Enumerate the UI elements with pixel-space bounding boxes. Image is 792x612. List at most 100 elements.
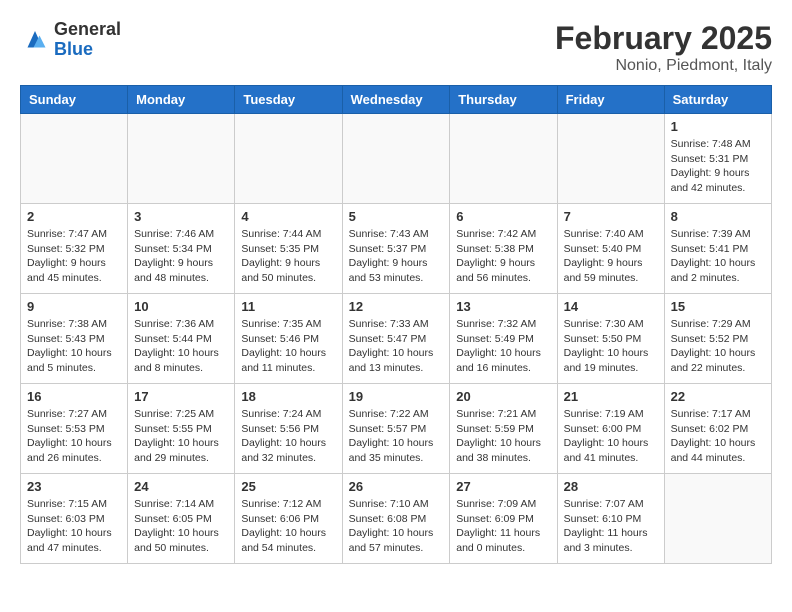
day-number: 3 xyxy=(134,209,228,224)
calendar-cell: 25 Sunrise: 7:12 AM Sunset: 6:06 PM Dayli… xyxy=(235,474,342,564)
calendar-cell: 11Sunrise: 7:35 AM Sunset: 5:46 PM Dayli… xyxy=(235,294,342,384)
day-number: 17 xyxy=(134,389,228,404)
calendar-cell: 1 Sunrise: 7:48 AM Sunset: 5:31 PM Daylig… xyxy=(664,114,771,204)
logo-icon xyxy=(20,25,50,55)
calendar-cell: 4Sunrise: 7:44 AM Sunset: 5:35 PM Daylig… xyxy=(235,204,342,294)
calendar-cell: 10 Sunrise: 7:36 AM Sunset: 5:44 PM Dayli… xyxy=(128,294,235,384)
day-info: Sunrise: 7:39 AM Sunset: 5:41 PM Dayligh… xyxy=(671,227,765,286)
calendar-table: SundayMondayTuesdayWednesdayThursdayFrid… xyxy=(20,85,772,564)
day-info: Sunrise: 7:47 AM Sunset: 5:32 PM Dayligh… xyxy=(27,227,121,286)
day-info: Sunrise: 7:36 AM Sunset: 5:44 PM Dayligh… xyxy=(134,317,228,376)
day-number: 28 xyxy=(564,479,658,494)
day-number: 13 xyxy=(456,299,550,314)
logo-general-text: General xyxy=(54,20,121,40)
calendar-cell: 12Sunrise: 7:33 AM Sunset: 5:47 PM Dayli… xyxy=(342,294,450,384)
weekday-header-saturday: Saturday xyxy=(664,86,771,114)
day-info: Sunrise: 7:40 AM Sunset: 5:40 PM Dayligh… xyxy=(564,227,658,286)
weekday-header-thursday: Thursday xyxy=(450,86,557,114)
location-title: Nonio, Piedmont, Italy xyxy=(555,57,772,75)
calendar-cell: 18 Sunrise: 7:24 AM Sunset: 5:56 PM Dayli… xyxy=(235,384,342,474)
day-info: Sunrise: 7:10 AM Sunset: 6:08 PM Dayligh… xyxy=(349,497,444,556)
day-number: 2 xyxy=(27,209,121,224)
day-number: 15 xyxy=(671,299,765,314)
calendar-cell xyxy=(128,114,235,204)
day-info: Sunrise: 7:27 AM Sunset: 5:53 PM Dayligh… xyxy=(27,407,121,466)
logo: General Blue xyxy=(20,20,121,60)
calendar-cell: 2 Sunrise: 7:47 AM Sunset: 5:32 PM Daylig… xyxy=(21,204,128,294)
calendar-cell xyxy=(235,114,342,204)
calendar-cell: 7Sunrise: 7:40 AM Sunset: 5:40 PM Daylig… xyxy=(557,204,664,294)
day-number: 26 xyxy=(349,479,444,494)
day-info: Sunrise: 7:30 AM Sunset: 5:50 PM Dayligh… xyxy=(564,317,658,376)
weekday-header-row: SundayMondayTuesdayWednesdayThursdayFrid… xyxy=(21,86,772,114)
calendar-cell: 3 Sunrise: 7:46 AM Sunset: 5:34 PM Daylig… xyxy=(128,204,235,294)
day-number: 6 xyxy=(456,209,550,224)
logo-blue-text: Blue xyxy=(54,40,121,60)
month-title: February 2025 xyxy=(555,20,772,57)
day-info: Sunrise: 7:19 AM Sunset: 6:00 PM Dayligh… xyxy=(564,407,658,466)
weekday-header-friday: Friday xyxy=(557,86,664,114)
week-row-4: 16 Sunrise: 7:27 AM Sunset: 5:53 PM Dayli… xyxy=(21,384,772,474)
day-info: Sunrise: 7:09 AM Sunset: 6:09 PM Dayligh… xyxy=(456,497,550,556)
day-number: 11 xyxy=(241,299,335,314)
week-row-2: 2 Sunrise: 7:47 AM Sunset: 5:32 PM Daylig… xyxy=(21,204,772,294)
calendar-cell: 14 Sunrise: 7:30 AM Sunset: 5:50 PM Dayli… xyxy=(557,294,664,384)
week-row-3: 9 Sunrise: 7:38 AM Sunset: 5:43 PM Daylig… xyxy=(21,294,772,384)
day-info: Sunrise: 7:24 AM Sunset: 5:56 PM Dayligh… xyxy=(241,407,335,466)
day-number: 24 xyxy=(134,479,228,494)
day-number: 25 xyxy=(241,479,335,494)
calendar-cell: 24 Sunrise: 7:14 AM Sunset: 6:05 PM Dayli… xyxy=(128,474,235,564)
day-info: Sunrise: 7:38 AM Sunset: 5:43 PM Dayligh… xyxy=(27,317,121,376)
day-number: 14 xyxy=(564,299,658,314)
day-info: Sunrise: 7:33 AM Sunset: 5:47 PM Dayligh… xyxy=(349,317,444,376)
day-info: Sunrise: 7:48 AM Sunset: 5:31 PM Dayligh… xyxy=(671,137,765,196)
day-number: 1 xyxy=(671,119,765,134)
calendar-cell: 27 Sunrise: 7:09 AM Sunset: 6:09 PM Dayli… xyxy=(450,474,557,564)
title-area: February 2025 Nonio, Piedmont, Italy xyxy=(555,20,772,75)
day-number: 21 xyxy=(564,389,658,404)
day-number: 22 xyxy=(671,389,765,404)
day-number: 23 xyxy=(27,479,121,494)
calendar-cell: 23 Sunrise: 7:15 AM Sunset: 6:03 PM Dayli… xyxy=(21,474,128,564)
day-info: Sunrise: 7:25 AM Sunset: 5:55 PM Dayligh… xyxy=(134,407,228,466)
day-number: 10 xyxy=(134,299,228,314)
calendar-cell xyxy=(664,474,771,564)
day-number: 18 xyxy=(241,389,335,404)
calendar-cell: 20Sunrise: 7:21 AM Sunset: 5:59 PM Dayli… xyxy=(450,384,557,474)
calendar-cell: 22 Sunrise: 7:17 AM Sunset: 6:02 PM Dayli… xyxy=(664,384,771,474)
calendar-cell: 16 Sunrise: 7:27 AM Sunset: 5:53 PM Dayli… xyxy=(21,384,128,474)
day-info: Sunrise: 7:46 AM Sunset: 5:34 PM Dayligh… xyxy=(134,227,228,286)
day-number: 19 xyxy=(349,389,444,404)
calendar-cell xyxy=(557,114,664,204)
page-header: General Blue February 2025 Nonio, Piedmo… xyxy=(20,20,772,75)
calendar-cell xyxy=(342,114,450,204)
week-row-5: 23 Sunrise: 7:15 AM Sunset: 6:03 PM Dayli… xyxy=(21,474,772,564)
calendar-cell: 6 Sunrise: 7:42 AM Sunset: 5:38 PM Daylig… xyxy=(450,204,557,294)
calendar-cell: 26 Sunrise: 7:10 AM Sunset: 6:08 PM Dayli… xyxy=(342,474,450,564)
weekday-header-wednesday: Wednesday xyxy=(342,86,450,114)
day-number: 9 xyxy=(27,299,121,314)
calendar-cell: 15 Sunrise: 7:29 AM Sunset: 5:52 PM Dayli… xyxy=(664,294,771,384)
day-info: Sunrise: 7:17 AM Sunset: 6:02 PM Dayligh… xyxy=(671,407,765,466)
calendar-cell: 8Sunrise: 7:39 AM Sunset: 5:41 PM Daylig… xyxy=(664,204,771,294)
calendar-cell: 17 Sunrise: 7:25 AM Sunset: 5:55 PM Dayli… xyxy=(128,384,235,474)
day-info: Sunrise: 7:07 AM Sunset: 6:10 PM Dayligh… xyxy=(564,497,658,556)
weekday-header-sunday: Sunday xyxy=(21,86,128,114)
day-info: Sunrise: 7:29 AM Sunset: 5:52 PM Dayligh… xyxy=(671,317,765,376)
day-number: 27 xyxy=(456,479,550,494)
day-number: 20 xyxy=(456,389,550,404)
day-info: Sunrise: 7:43 AM Sunset: 5:37 PM Dayligh… xyxy=(349,227,444,286)
day-info: Sunrise: 7:14 AM Sunset: 6:05 PM Dayligh… xyxy=(134,497,228,556)
day-number: 4 xyxy=(241,209,335,224)
weekday-header-monday: Monday xyxy=(128,86,235,114)
day-info: Sunrise: 7:32 AM Sunset: 5:49 PM Dayligh… xyxy=(456,317,550,376)
day-info: Sunrise: 7:42 AM Sunset: 5:38 PM Dayligh… xyxy=(456,227,550,286)
day-info: Sunrise: 7:22 AM Sunset: 5:57 PM Dayligh… xyxy=(349,407,444,466)
calendar-cell: 5 Sunrise: 7:43 AM Sunset: 5:37 PM Daylig… xyxy=(342,204,450,294)
day-info: Sunrise: 7:15 AM Sunset: 6:03 PM Dayligh… xyxy=(27,497,121,556)
day-number: 16 xyxy=(27,389,121,404)
day-info: Sunrise: 7:12 AM Sunset: 6:06 PM Dayligh… xyxy=(241,497,335,556)
calendar-cell: 28 Sunrise: 7:07 AM Sunset: 6:10 PM Dayli… xyxy=(557,474,664,564)
calendar-cell: 19 Sunrise: 7:22 AM Sunset: 5:57 PM Dayli… xyxy=(342,384,450,474)
day-number: 5 xyxy=(349,209,444,224)
